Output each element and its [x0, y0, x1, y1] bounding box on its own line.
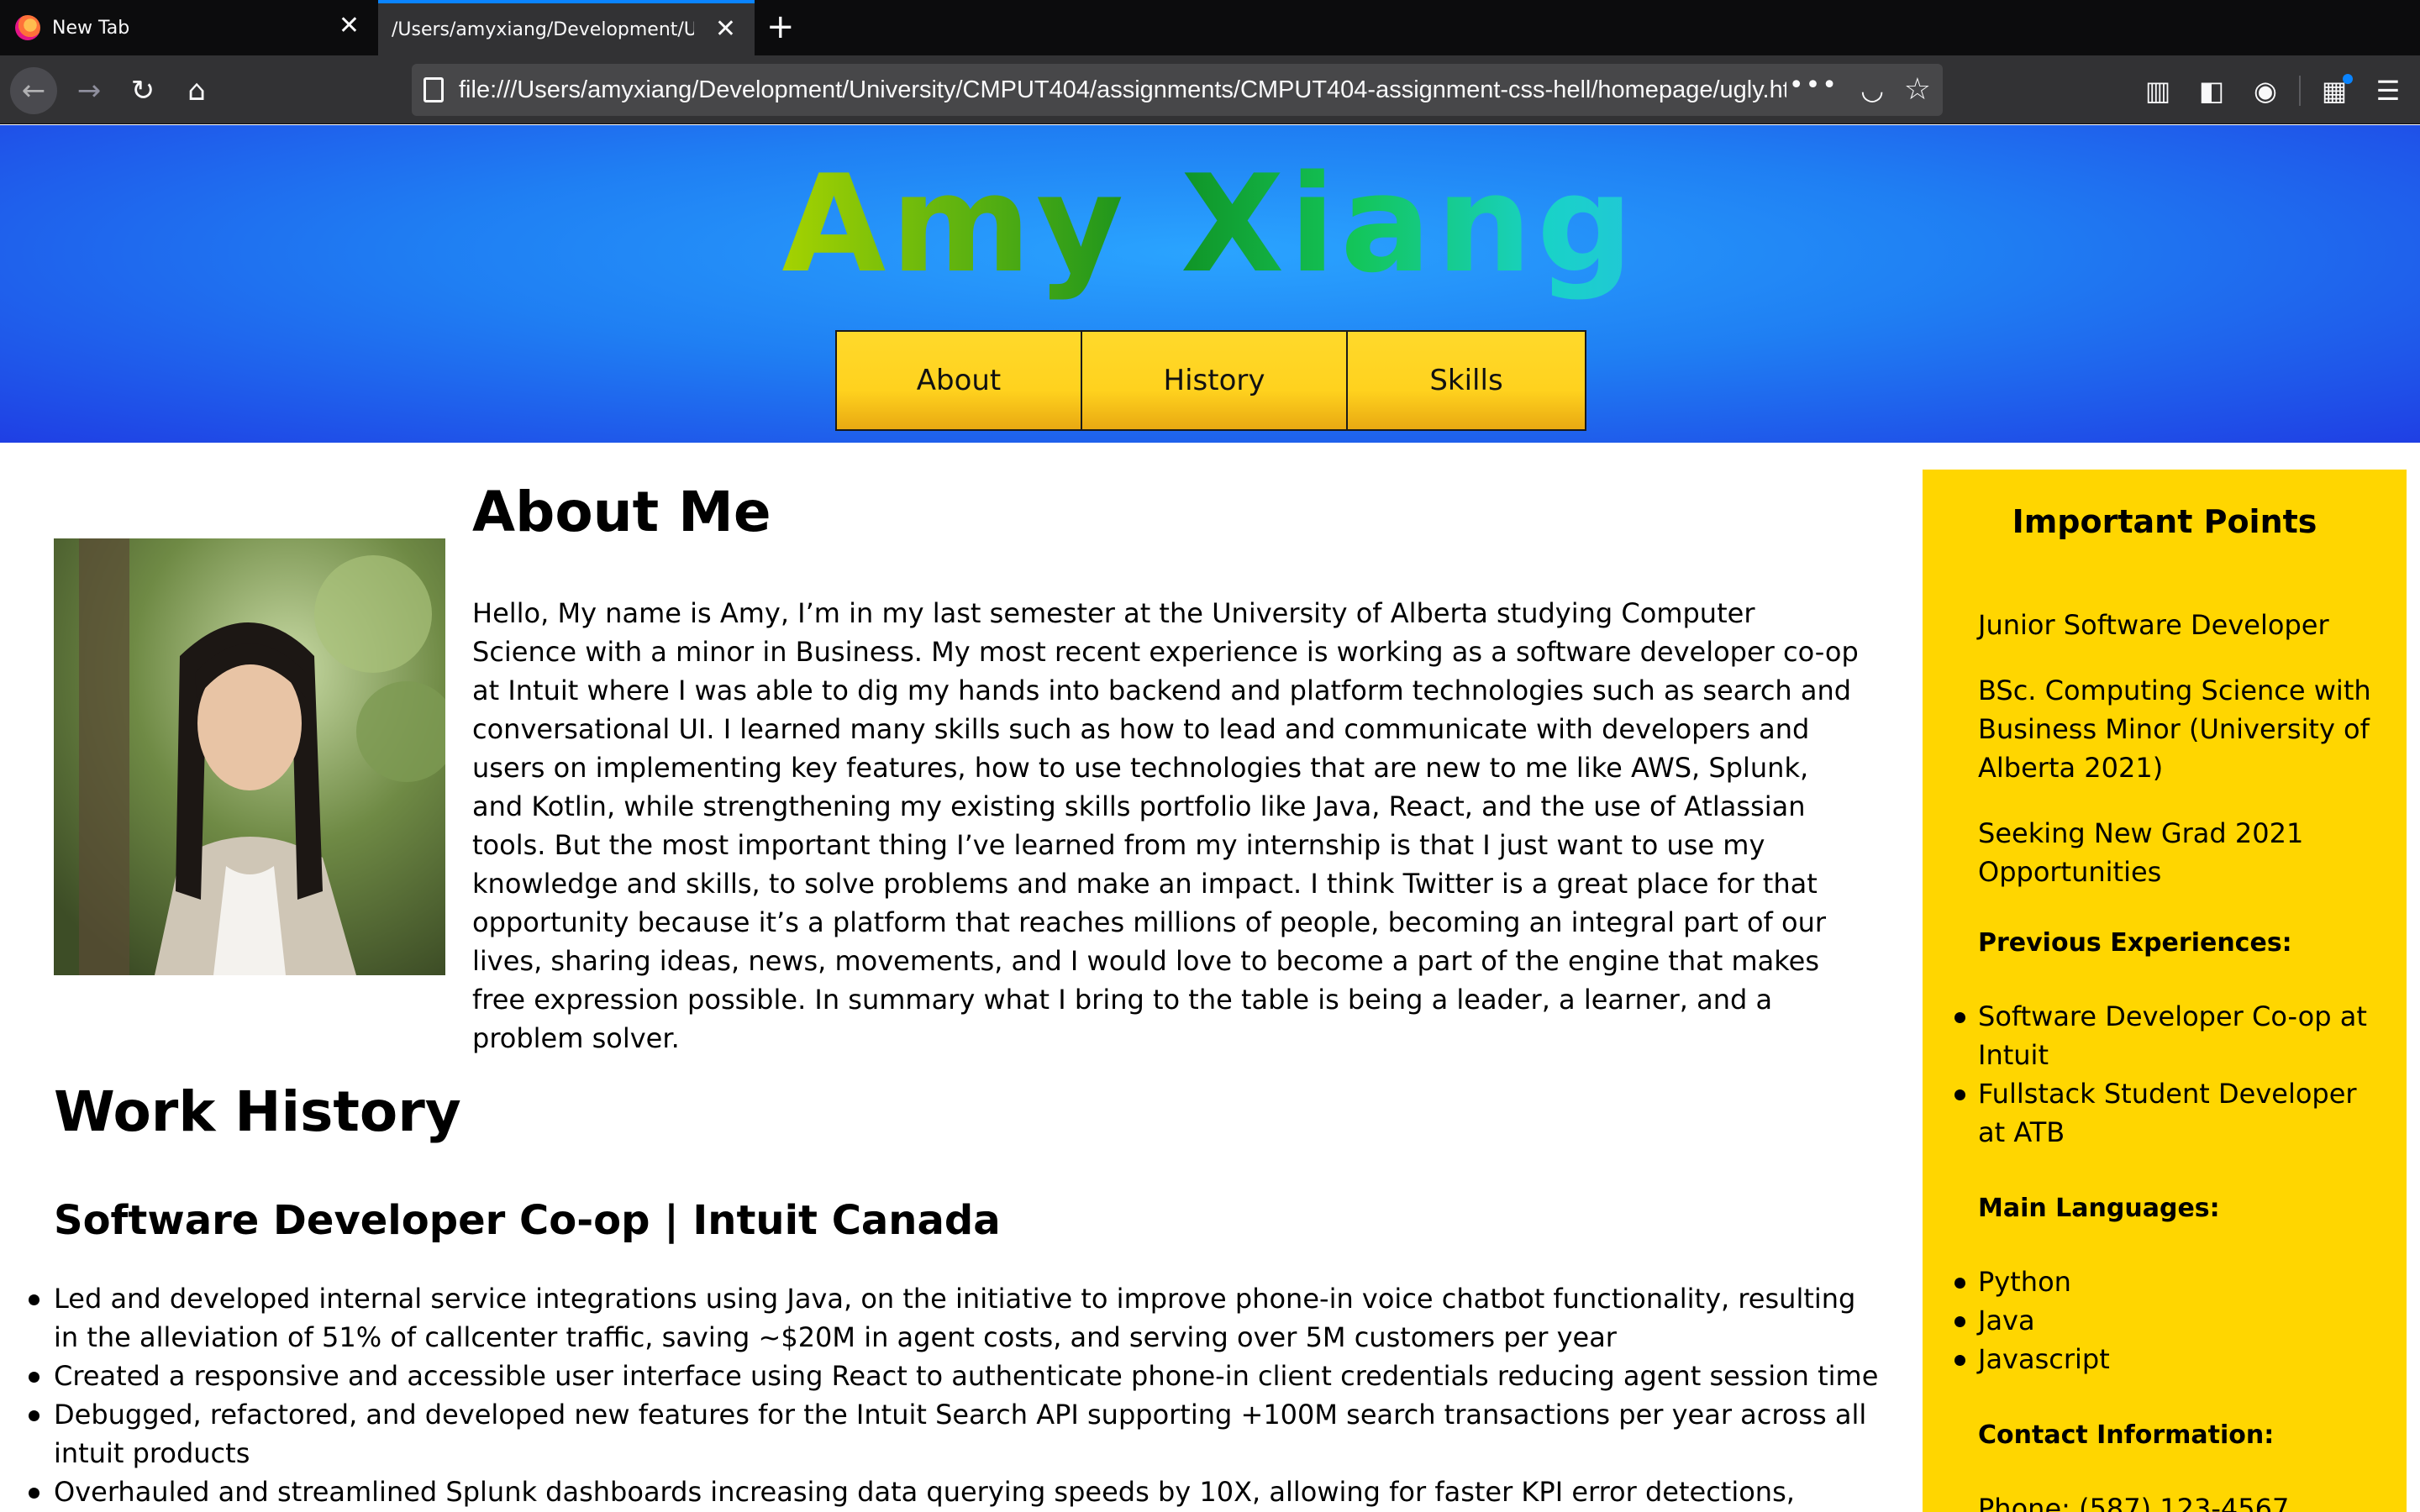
site-title: Amy Xiang — [0, 145, 2420, 302]
language-item: Java — [1954, 1301, 2381, 1340]
languages-list: Python Java Javascript — [1954, 1263, 2381, 1378]
sidebar-point: Seeking New Grad 2021 Opportunities — [1978, 817, 2304, 888]
about-heading: About Me — [472, 480, 771, 544]
page-icon — [424, 77, 444, 102]
pocket-icon[interactable]: ◡ — [1860, 74, 1884, 106]
nav-skills-link[interactable]: Skills — [1348, 330, 1586, 431]
hamburger-menu-icon[interactable]: ☰ — [2365, 67, 2412, 114]
notification-dot — [2343, 74, 2353, 84]
close-icon[interactable]: ✕ — [715, 15, 736, 44]
contact-heading: Contact Information: — [1978, 1420, 2275, 1450]
forward-arrow-icon[interactable]: → — [66, 67, 113, 114]
profile-photo — [54, 538, 445, 975]
work-history-heading: Work History — [54, 1079, 461, 1144]
job-title: Software Developer Co-op | Intuit Canada — [54, 1197, 1001, 1244]
browser-nav-bar: ← → ↻ ⌂ file:///Users/amyxiang/Developme… — [0, 55, 2420, 124]
new-tab-plus-icon[interactable]: + — [766, 8, 795, 45]
tab-new-tab[interactable]: New Tab ✕ — [0, 0, 378, 55]
profile-photo-image — [54, 538, 445, 975]
job-bullet: Created a responsive and accessible user… — [29, 1357, 1886, 1395]
site-nav: About History Skills — [835, 330, 1586, 431]
job-bullet: Led and developed internal service integ… — [29, 1279, 1886, 1357]
library-icon[interactable]: ▥ — [2134, 67, 2181, 114]
sidebar-point: BSc. Computing Science with Business Min… — [1978, 675, 2371, 784]
close-icon[interactable]: ✕ — [339, 12, 360, 40]
main-content: About Me Hello, My name is Amy, I’m in m… — [0, 443, 1899, 1512]
back-arrow-icon[interactable]: ← — [10, 67, 57, 114]
experiences-list: Software Developer Co-op at Intuit Fulls… — [1954, 997, 2381, 1152]
experience-item: Fullstack Student Developer at ATB — [1954, 1074, 2381, 1152]
tab-active-file[interactable]: /Users/amyxiang/Development/Univ ✕ — [378, 0, 755, 55]
home-icon[interactable]: ⌂ — [173, 67, 220, 114]
language-item: Python — [1954, 1263, 2381, 1301]
about-paragraph: Hello, My name is Amy, I’m in my last se… — [472, 597, 1859, 1054]
toolbar-divider — [2299, 76, 2301, 106]
site-header: Amy Xiang About History Skills — [0, 125, 2420, 443]
important-points-sidebar: Important Points Junior Software Develop… — [1923, 470, 2407, 1512]
job-bullet-list: Led and developed internal service integ… — [29, 1279, 1886, 1512]
sidebar-point: Junior Software Developer — [1978, 609, 2329, 641]
experiences-heading: Previous Experiences: — [1978, 928, 2292, 958]
nav-history-link[interactable]: History — [1082, 330, 1348, 431]
firefox-icon — [15, 15, 40, 40]
contact-phone: Phone: (587) 123-4567 — [1978, 1493, 2290, 1512]
more-dots-icon[interactable]: ••• — [1789, 71, 1839, 100]
tab-title: /Users/amyxiang/Development/Univ — [392, 18, 694, 40]
job-bullet: Overhauled and streamlined Splunk dashbo… — [29, 1473, 1886, 1512]
account-icon[interactable]: ◉ — [2242, 67, 2289, 114]
languages-heading: Main Languages: — [1978, 1194, 2220, 1223]
sidebar-heading: Important Points — [2012, 503, 2317, 540]
web-page: Amy Xiang About History Skills About Me … — [0, 125, 2420, 1512]
reload-icon[interactable]: ↻ — [119, 67, 166, 114]
browser-tab-bar: New Tab ✕ /Users/amyxiang/Development/Un… — [0, 0, 2420, 55]
job-bullet: Debugged, refactored, and developed new … — [29, 1395, 1886, 1473]
language-item: Javascript — [1954, 1340, 2381, 1378]
sidebar-icon[interactable]: ◧ — [2188, 67, 2235, 114]
url-text[interactable]: file:///Users/amyxiang/Development/Unive… — [459, 76, 1786, 104]
bookmark-star-icon[interactable]: ☆ — [1904, 72, 1931, 107]
address-bar[interactable]: file:///Users/amyxiang/Development/Unive… — [412, 64, 1943, 116]
tab-title: New Tab — [52, 17, 130, 39]
experience-item: Software Developer Co-op at Intuit — [1954, 997, 2381, 1074]
nav-about-link[interactable]: About — [835, 330, 1082, 431]
